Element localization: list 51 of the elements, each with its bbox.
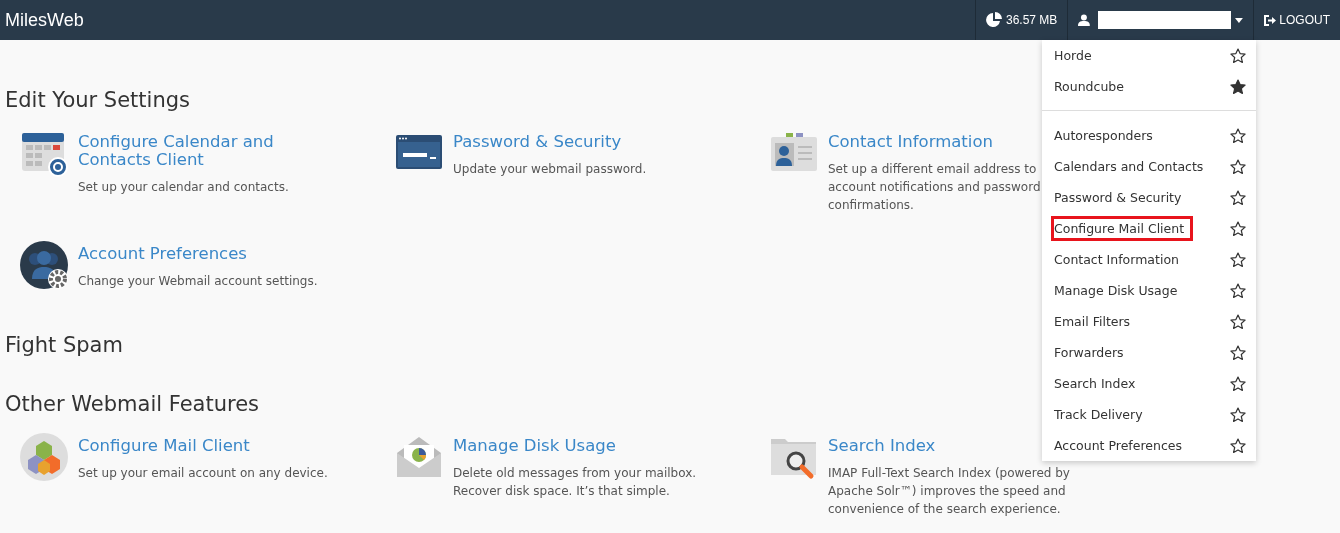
menu-item[interactable]: Forwarders — [1042, 337, 1256, 368]
star-icon[interactable] — [1230, 158, 1246, 175]
pie-chart-icon — [985, 12, 1002, 28]
feature-description: Change your Webmail account settings. — [78, 273, 318, 290]
feature-description: Delete old messages from your mailbox. Recover disk space. It’s that simple. — [453, 465, 697, 500]
feature-link[interactable]: Manage Disk Usage — [453, 437, 616, 455]
star-icon[interactable] — [1230, 251, 1246, 268]
caret-icon — [1235, 17, 1244, 23]
star-icon[interactable] — [1230, 127, 1246, 144]
star-icon[interactable] — [1230, 344, 1246, 361]
feature-description: Update your webmail password. — [453, 161, 647, 178]
brand-name: MilesWeb — [5, 9, 85, 31]
section-heading: Fight Spam — [5, 332, 123, 359]
feature-description: Set up your email account on any device. — [78, 465, 328, 482]
menu-item[interactable]: Horde — [1042, 40, 1256, 71]
feature-link[interactable]: Configure Mail Client — [78, 437, 250, 455]
feature-link[interactable]: Contact Information — [828, 133, 993, 151]
star-icon[interactable] — [1230, 47, 1246, 64]
feature-description: Set up your calendar and contacts. — [78, 179, 289, 196]
menu-item[interactable]: Autoresponders — [1042, 120, 1256, 151]
menu-item[interactable]: Track Delivery — [1042, 399, 1256, 430]
user-icon — [1078, 14, 1091, 26]
user-settings-icon[interactable] — [20, 241, 68, 289]
feature-link[interactable]: Search Index — [828, 437, 936, 455]
menu-item[interactable]: Search Index — [1042, 368, 1256, 399]
feature-link[interactable]: Password & Security — [453, 133, 622, 151]
star-icon[interactable] — [1230, 406, 1246, 423]
star-icon[interactable] — [1230, 282, 1246, 299]
star-icon[interactable] — [1230, 78, 1246, 95]
section-heading: Other Webmail Features — [5, 391, 260, 418]
star-icon[interactable] — [1230, 313, 1246, 330]
star-icon[interactable] — [1230, 437, 1246, 454]
disk-usage-text: 36.57 MB — [1005, 13, 1058, 27]
logout-button[interactable]: LOGOUT — [1264, 13, 1330, 27]
menu-item[interactable]: Manage Disk Usage — [1042, 275, 1256, 306]
menu-item[interactable]: Calendars and Contacts — [1042, 151, 1256, 182]
star-icon[interactable] — [1230, 189, 1246, 206]
feature-link[interactable]: Configure Calendar and Contacts Client — [78, 133, 274, 169]
logout-icon — [1264, 14, 1277, 26]
menu-item[interactable]: Email Filters — [1042, 306, 1256, 337]
section-heading: Edit Your Settings — [5, 87, 190, 114]
feature-link[interactable]: Account Preferences — [78, 245, 247, 263]
star-icon[interactable] — [1230, 375, 1246, 392]
menu-item[interactable]: Roundcube — [1042, 71, 1256, 102]
menu-item[interactable]: Contact Information — [1042, 244, 1256, 275]
star-icon[interactable] — [1230, 220, 1246, 237]
feature-description: IMAP Full-Text Search Index (powered by Apache Solr™) improves the speed and convenience of the search experience. — [828, 465, 1070, 518]
menu-item[interactable]: Password & Security — [1042, 182, 1256, 213]
cube-cluster-icon[interactable] — [20, 433, 68, 481]
feature-description: Set up a different email address to account notifications and password confirmations. — [828, 161, 1041, 214]
menu-item[interactable]: Account Preferences — [1042, 430, 1256, 461]
